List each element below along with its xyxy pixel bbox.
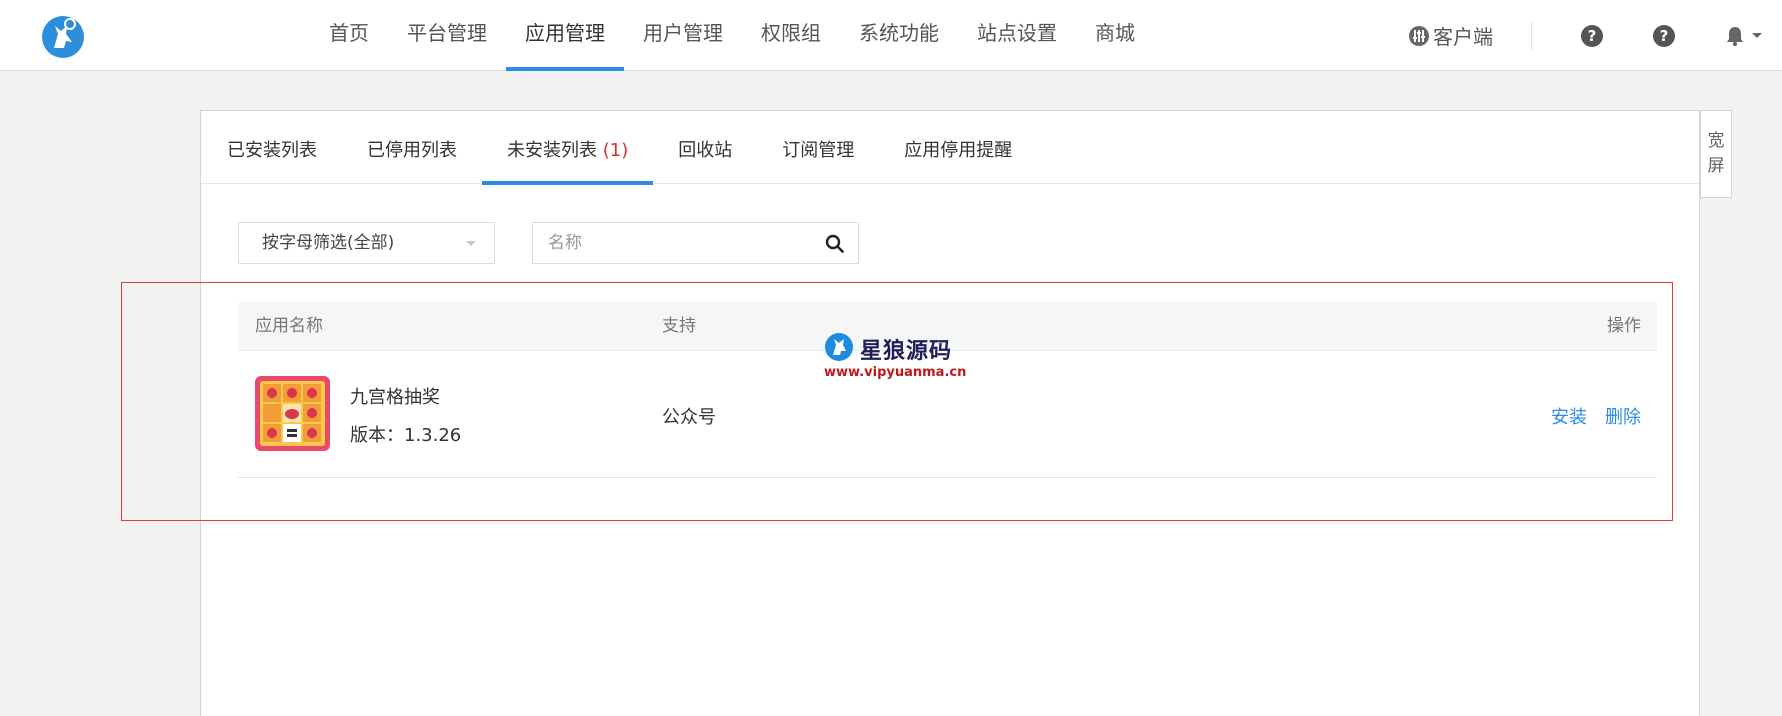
- header-app-name: 应用名称: [255, 316, 323, 336]
- chevron-down-icon: [466, 241, 476, 246]
- client-label: 客户端: [1433, 25, 1493, 49]
- bell-icon: [1727, 26, 1743, 46]
- nav-item-users[interactable]: 用户管理: [624, 0, 742, 71]
- nav-item-store[interactable]: 商城: [1076, 0, 1154, 71]
- widescreen-button[interactable]: 宽 屏: [1700, 110, 1732, 198]
- watermark-title: 星狼源码: [860, 339, 953, 364]
- nav-item-system[interactable]: 系统功能: [840, 0, 958, 71]
- header-ops: 操作: [1607, 316, 1641, 336]
- svg-text:?: ?: [1660, 27, 1669, 45]
- wolf-logo-icon[interactable]: [40, 14, 86, 60]
- search-icon[interactable]: [825, 234, 844, 253]
- watermark-url: www.vipyuanma.cn: [824, 365, 967, 380]
- nav-item-home[interactable]: 首页: [310, 0, 388, 71]
- nav-item-apps[interactable]: 应用管理: [506, 0, 624, 71]
- app-version: 版本：1.3.26: [350, 425, 462, 446]
- letter-filter-select[interactable]: 按字母筛选(全部): [238, 222, 495, 264]
- tab-recycle-bin[interactable]: 回收站: [653, 111, 757, 184]
- tab-installed[interactable]: 已安装列表: [202, 111, 342, 184]
- watermark: 星狼源码 www.vipyuanma.cn: [824, 332, 967, 382]
- tab-count-badge: (1): [602, 140, 629, 161]
- header-support: 支持: [662, 316, 696, 336]
- nav-item-site-settings[interactable]: 站点设置: [958, 0, 1076, 71]
- nav-item-platform[interactable]: 平台管理: [388, 0, 506, 71]
- search-input[interactable]: [533, 223, 813, 263]
- filter-selected-value: 按字母筛选(全部): [262, 233, 395, 253]
- sliders-icon: [1409, 25, 1429, 46]
- app-name: 九宫格抽奖: [350, 387, 440, 408]
- app-icon: [255, 376, 330, 451]
- row-actions: 安装 删除: [1551, 403, 1641, 429]
- watermark-logo-icon: [825, 333, 853, 361]
- app-support: 公众号: [662, 407, 716, 428]
- help-icon[interactable]: ?: [1580, 24, 1604, 48]
- search-box: [532, 222, 859, 264]
- main-nav: 首页 平台管理 应用管理 用户管理 权限组 系统功能 站点设置 商城: [310, 0, 1154, 71]
- delete-link[interactable]: 删除: [1605, 403, 1641, 429]
- svg-text:?: ?: [1588, 27, 1597, 45]
- top-navbar: 首页 平台管理 应用管理 用户管理 权限组 系统功能 站点设置 商城 客户端 ?: [0, 0, 1782, 71]
- tab-disable-reminder[interactable]: 应用停用提醒: [879, 111, 1037, 184]
- notifications-dropdown[interactable]: [1724, 25, 1762, 47]
- client-link[interactable]: 客户端: [1408, 21, 1532, 50]
- tab-disabled[interactable]: 已停用列表: [342, 111, 482, 184]
- tab-subscriptions[interactable]: 订阅管理: [757, 111, 879, 184]
- app-tabs: 已安装列表 已停用列表 未安装列表 (1) 回收站 订阅管理 应用停用提醒: [201, 111, 1699, 185]
- nav-item-permissions[interactable]: 权限组: [742, 0, 840, 71]
- install-link[interactable]: 安装: [1551, 403, 1587, 429]
- help-icon[interactable]: ?: [1652, 24, 1676, 48]
- chevron-down-icon: [1752, 33, 1762, 38]
- header-tools: 客户端 ? ?: [1408, 0, 1762, 71]
- tab-uninstalled[interactable]: 未安装列表 (1): [482, 111, 654, 185]
